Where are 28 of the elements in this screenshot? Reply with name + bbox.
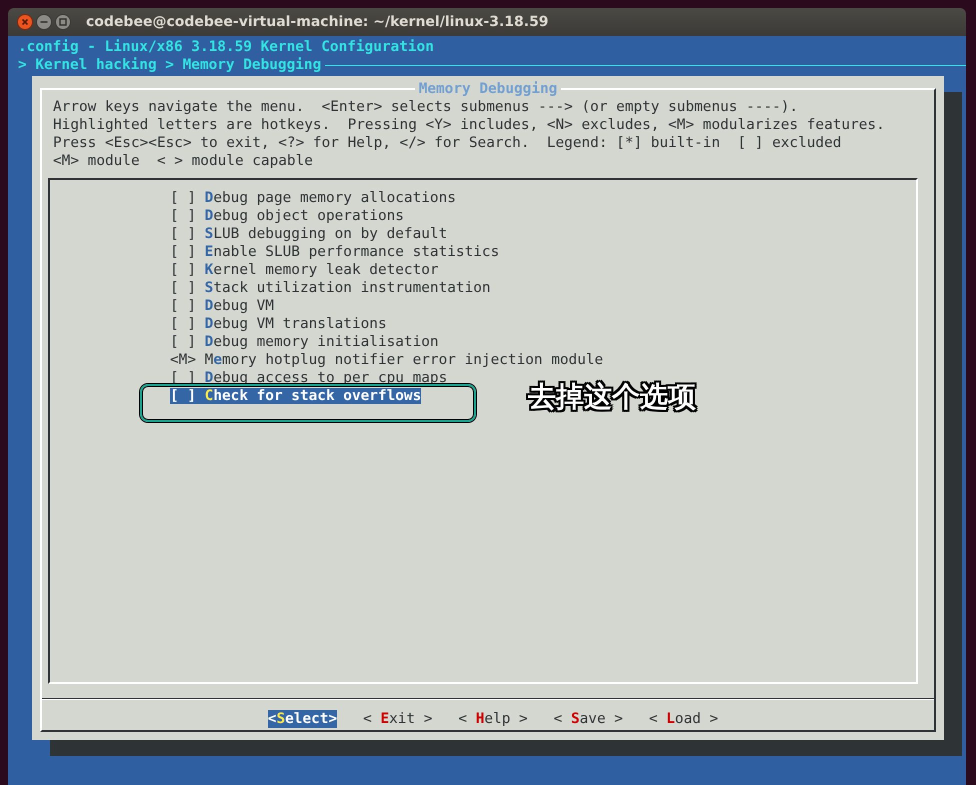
minimize-icon[interactable] xyxy=(36,14,52,30)
menu-item[interactable]: [ ] Debug page memory allocations xyxy=(170,190,456,206)
menu-item[interactable]: [ ] Debug object operations xyxy=(170,208,404,224)
menu-item[interactable]: [ ] Debug memory initialisation xyxy=(170,334,439,350)
dialog-button[interactable]: < Save > xyxy=(554,710,623,728)
menu-item[interactable]: [ ] SLUB debugging on by default xyxy=(170,226,448,242)
help-text: <M> module < > module capable xyxy=(53,152,314,170)
help-text: Arrow keys navigate the menu. <Enter> selects submenus ---> (or empty submenus ----). xyxy=(53,98,800,116)
menu-item[interactable]: [ ] Enable SLUB performance statistics xyxy=(170,244,500,260)
menu-item[interactable]: [ ] Kernel memory leak detector xyxy=(170,262,439,278)
help-text: Highlighted letters are hotkeys. Pressing <Y> includes, <N> excludes, <M> modularizes features. xyxy=(53,116,886,134)
menu-item[interactable]: <M> Memory hotplug notifier error injection module xyxy=(170,352,604,368)
annotation-text: 去掉这个选项 xyxy=(528,381,696,413)
menu-item[interactable]: [ ] Stack utilization instrumentation xyxy=(170,280,491,296)
help-text: Press <Esc><Esc> to exit, <?> for Help, </> for Search. Legend: [*] built-in [ ] excluded xyxy=(53,134,842,152)
dialog-button[interactable]: < Help > xyxy=(458,710,528,728)
dialog-button[interactable]: < Load > xyxy=(648,710,718,728)
config-title: .config - Linux/x86 3.18.59 Kernel Configuration xyxy=(18,38,435,56)
dialog-button[interactable]: <Select> xyxy=(268,710,338,728)
close-icon[interactable] xyxy=(17,14,33,30)
dialog-button[interactable]: < Exit > xyxy=(363,710,432,728)
menu-item[interactable]: [ ] Check for stack overflows xyxy=(170,388,422,404)
menu-item[interactable]: [ ] Debug VM xyxy=(170,298,274,314)
menu-item[interactable]: [ ] Debug VM translations xyxy=(170,316,387,332)
window-title: codebee@codebee-virtual-machine: ~/kernel/linux-3.18.59 xyxy=(86,14,549,30)
maximize-icon[interactable] xyxy=(55,14,71,30)
breadcrumb: > Kernel hacking > Memory Debugging xyxy=(18,56,322,74)
dialog-title: Memory Debugging xyxy=(418,82,558,96)
